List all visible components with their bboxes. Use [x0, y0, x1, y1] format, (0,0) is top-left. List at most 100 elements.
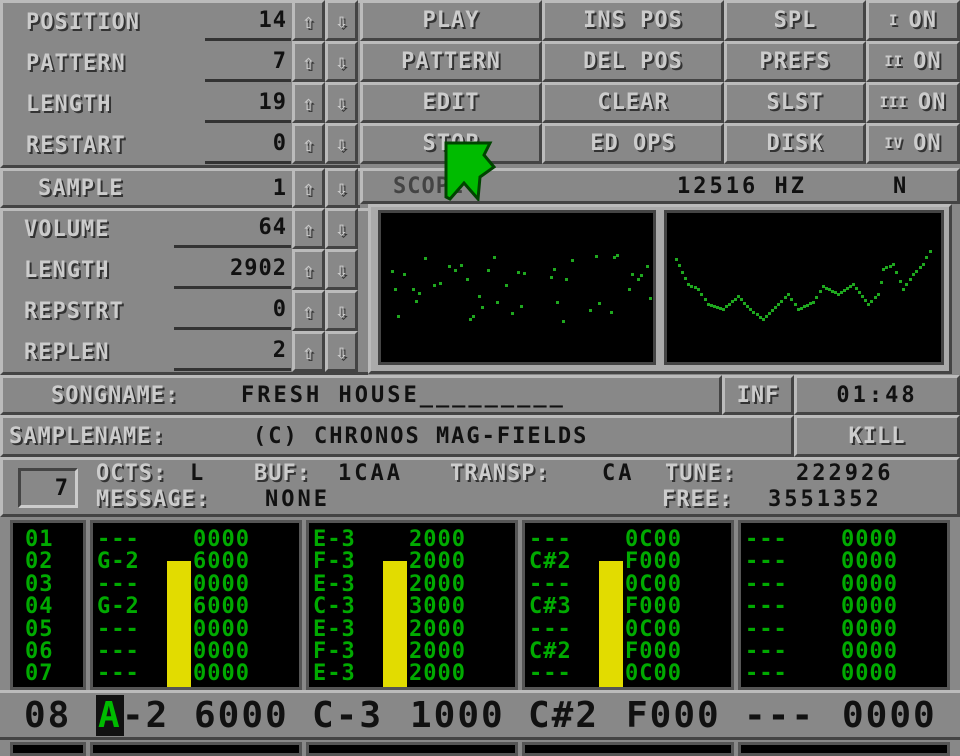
position-field[interactable]: 14 [205, 3, 291, 41]
note-cell[interactable]: --- [745, 640, 788, 663]
restart-down-button[interactable]: ⇩ [325, 123, 358, 164]
effect-cell[interactable]: 2000 [409, 573, 466, 596]
note-cell[interactable]: --- [745, 550, 788, 573]
note-cell[interactable]: C#2 [529, 640, 572, 663]
current-effect[interactable]: 1000 [410, 695, 505, 736]
current-note[interactable]: -2 [122, 695, 169, 736]
note-cell[interactable]: G-2 [97, 550, 140, 573]
sample-down-button[interactable]: ⇩ [325, 168, 358, 208]
del-pos-button[interactable]: DEL POS [542, 41, 724, 82]
channel-4-track[interactable]: --- 0000 --- 0000 --- 0000 --- 0000 --- 0000 --- 00… [738, 520, 950, 690]
channel-3-toggle[interactable]: III ON [866, 82, 960, 123]
note-cell[interactable]: E-3 [313, 573, 356, 596]
effect-cell[interactable]: 0000 [841, 528, 898, 551]
effect-cell[interactable]: 0C00 [625, 528, 682, 551]
sample-volume-up-button[interactable]: ⇧ [292, 208, 325, 249]
effect-cell[interactable]: 6000 [193, 595, 250, 618]
note-cell[interactable]: E-3 [313, 528, 356, 551]
edit-button[interactable]: EDIT [360, 82, 542, 123]
current-effect[interactable]: F000 [626, 695, 721, 736]
prefs-button[interactable]: PREFS [724, 41, 866, 82]
effect-cell[interactable]: 0000 [841, 640, 898, 663]
disk-button[interactable]: DISK [724, 123, 866, 164]
restart-field[interactable]: 0 [205, 126, 291, 164]
info-button[interactable]: INF [722, 375, 794, 415]
sample-repstrt-up-button[interactable]: ⇧ [292, 290, 325, 331]
sample-volume-down-button[interactable]: ⇩ [325, 208, 358, 249]
sample-length-down-button[interactable]: ⇩ [325, 249, 358, 290]
effect-cell[interactable]: 0000 [841, 573, 898, 596]
note-cell[interactable]: E-3 [313, 662, 356, 685]
pattern-field[interactable]: 7 [205, 44, 291, 82]
current-effect[interactable]: 0000 [842, 695, 937, 736]
spl-button[interactable]: SPL [724, 0, 866, 41]
note-cell[interactable]: --- [97, 528, 140, 551]
effect-cell[interactable]: 2000 [409, 640, 466, 663]
current-effect[interactable]: 6000 [194, 695, 289, 736]
note-cell[interactable]: --- [97, 662, 140, 685]
pattern-up-button[interactable]: ⇧ [292, 41, 325, 82]
play-button[interactable]: PLAY [360, 0, 542, 41]
effect-cell[interactable]: 2000 [409, 662, 466, 685]
note-cell[interactable]: F-3 [313, 640, 356, 663]
ed-ops-button[interactable]: ED OPS [542, 123, 724, 164]
note-cell[interactable]: --- [745, 573, 788, 596]
channel-1-track[interactable]: --- 0000 G-2 6000 --- 0000 G-2 6000 --- 0000 --- 00… [90, 520, 302, 690]
length-field[interactable]: 19 [205, 85, 291, 123]
sample-replen-up-button[interactable]: ⇧ [292, 331, 325, 372]
note-cell[interactable]: --- [97, 573, 140, 596]
note-cell[interactable]: --- [745, 528, 788, 551]
songname-value[interactable]: FRESH HOUSE_________ [241, 383, 566, 408]
note-cell[interactable]: C#3 [529, 595, 572, 618]
sample-length-up-button[interactable]: ⇧ [292, 249, 325, 290]
position-down-button[interactable]: ⇩ [325, 0, 358, 41]
effect-cell[interactable]: 0000 [193, 528, 250, 551]
sample-repstrt-down-button[interactable]: ⇩ [325, 290, 358, 331]
current-note[interactable]: C#2 [528, 695, 599, 736]
effect-cell[interactable]: 0000 [193, 618, 250, 641]
sample-mode[interactable]: N [893, 174, 907, 199]
effect-cell[interactable]: 0000 [841, 662, 898, 685]
effect-cell[interactable]: 0000 [841, 595, 898, 618]
note-cell[interactable]: --- [529, 573, 572, 596]
samplename-value[interactable]: (C) CHRONOS MAG-FIELDS [253, 424, 588, 449]
samplename-bar[interactable]: SAMPLENAME: (C) CHRONOS MAG-FIELDS [0, 415, 794, 457]
note-cell[interactable]: C#2 [529, 550, 572, 573]
sample-volume-field[interactable]: 64 [174, 210, 291, 248]
sample-replen-field[interactable]: 2 [174, 333, 291, 371]
note-cell[interactable]: C-3 [313, 595, 356, 618]
effect-cell[interactable]: 0C00 [625, 618, 682, 641]
note-cell[interactable]: --- [745, 595, 788, 618]
ins-pos-button[interactable]: INS POS [542, 0, 724, 41]
length-down-button[interactable]: ⇩ [325, 82, 358, 123]
effect-cell[interactable]: F000 [625, 640, 682, 663]
effect-cell[interactable]: 0000 [841, 618, 898, 641]
effect-cell[interactable]: F000 [625, 550, 682, 573]
channel-3-track[interactable]: --- 0C00 C#2 F000 --- 0C00 C#3 F000 --- 0C00 C#2 F0… [522, 520, 734, 690]
note-cell[interactable]: --- [529, 662, 572, 685]
effect-cell[interactable]: 6000 [193, 550, 250, 573]
edit-step-box[interactable]: 7 [18, 468, 78, 508]
channel-1-toggle[interactable]: I ON [866, 0, 960, 41]
note-cell[interactable]: --- [97, 640, 140, 663]
effect-cell[interactable]: 0000 [193, 640, 250, 663]
effect-cell[interactable]: 2000 [409, 618, 466, 641]
sample-up-button[interactable]: ⇧ [292, 168, 325, 208]
current-note[interactable]: --- [744, 695, 815, 736]
effect-cell[interactable]: 2000 [409, 528, 466, 551]
pattern-down-button[interactable]: ⇩ [325, 41, 358, 82]
pattern-button[interactable]: PATTERN [360, 41, 542, 82]
effect-cell[interactable]: 0000 [193, 662, 250, 685]
position-up-button[interactable]: ⇧ [292, 0, 325, 41]
sample-repstrt-field[interactable]: 0 [174, 292, 291, 330]
sample-field[interactable]: 1 [205, 170, 291, 206]
slst-button[interactable]: SLST [724, 82, 866, 123]
restart-up-button[interactable]: ⇧ [292, 123, 325, 164]
clear-button[interactable]: CLEAR [542, 82, 724, 123]
songname-bar[interactable]: SONGNAME: FRESH HOUSE_________ [0, 375, 722, 415]
note-cell[interactable]: E-3 [313, 618, 356, 641]
effect-cell[interactable]: 0000 [841, 550, 898, 573]
effect-cell[interactable]: F000 [625, 595, 682, 618]
effect-cell[interactable]: 0C00 [625, 573, 682, 596]
channel-2-toggle[interactable]: II ON [866, 41, 960, 82]
